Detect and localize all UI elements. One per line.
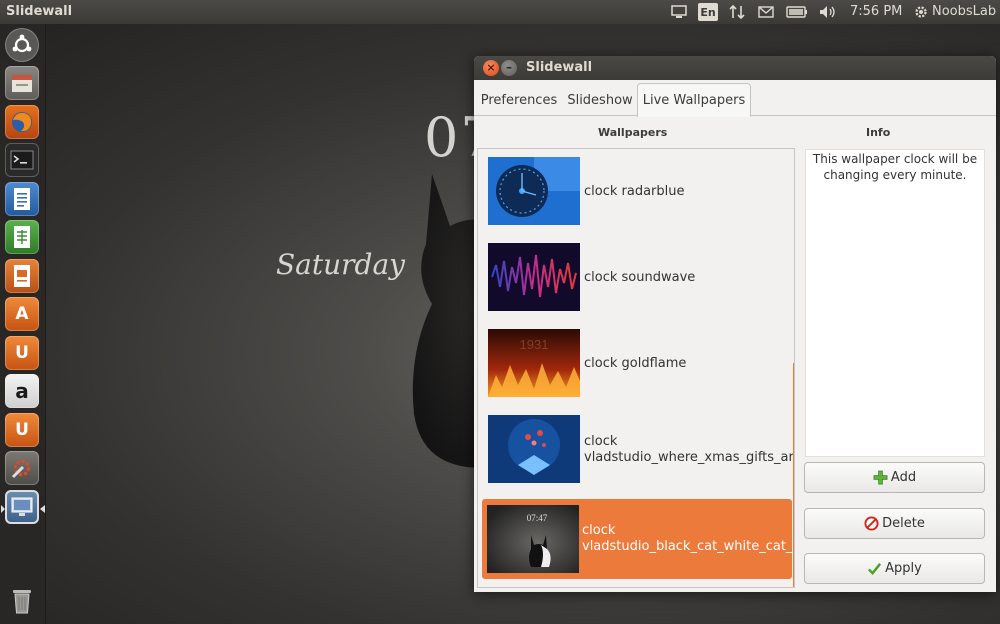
- writer-icon[interactable]: [5, 182, 39, 216]
- wallpaper-thumbnail: 1931: [488, 329, 580, 397]
- tab-live-wallpapers[interactable]: Live Wallpapers: [637, 83, 751, 117]
- wallpaper-thumbnail: [488, 243, 580, 311]
- terminal-icon[interactable]: [5, 143, 39, 177]
- keyboard-icon[interactable]: En: [698, 3, 718, 21]
- wallpaper-name: clock vladstudio_black_cat_white_cat_c: [582, 523, 795, 554]
- list-item-selected[interactable]: 07:47 clock vladstudio_black_cat_white_c…: [482, 499, 795, 579]
- wallpaper-name: clock radarblue: [584, 184, 685, 199]
- list-item[interactable]: clock vladstudio_where_xmas_gifts_are: [478, 407, 794, 493]
- mail-icon[interactable]: [757, 3, 775, 21]
- tab-bar: Preferences Slideshow Live Wallpapers: [474, 80, 996, 117]
- slidewall-window: × – Slidewall Preferences Slideshow Live…: [474, 56, 996, 592]
- add-icon: [873, 470, 888, 485]
- ubuntu-one-music-icon[interactable]: U: [5, 413, 39, 447]
- wallpaper-thumbnail: [488, 415, 580, 483]
- wallpaper-name: clock soundwave: [584, 270, 696, 285]
- wallpaper-list[interactable]: clock radarblue clock soundwave 1931 clo…: [477, 148, 795, 588]
- add-button[interactable]: Add: [804, 462, 985, 493]
- add-button-label: Add: [890, 470, 917, 485]
- wallpaper-thumbnail: 07:47: [487, 505, 579, 573]
- monitor-icon[interactable]: [670, 3, 688, 21]
- software-center-icon[interactable]: A: [5, 297, 39, 331]
- close-button[interactable]: ×: [483, 60, 499, 76]
- amazon-icon[interactable]: a: [5, 374, 39, 408]
- delete-button[interactable]: Delete: [804, 508, 985, 539]
- impress-icon[interactable]: [5, 259, 39, 293]
- thumbnail-clock-text: 07:47: [527, 513, 548, 523]
- system-settings-icon[interactable]: [5, 451, 39, 485]
- list-item[interactable]: clock radarblue: [478, 149, 794, 235]
- apply-button-label: Apply: [885, 561, 922, 576]
- firefox-icon[interactable]: [5, 105, 39, 139]
- wallpaper-name: clock goldflame: [584, 356, 687, 371]
- dash-icon[interactable]: [5, 28, 39, 62]
- tab-preferences[interactable]: Preferences: [476, 83, 562, 116]
- wallpaper-thumbnail: [488, 157, 580, 225]
- slidewall-icon[interactable]: [5, 490, 39, 524]
- info-heading: Info: [866, 126, 891, 139]
- active-app-indicator-icon: [40, 505, 45, 513]
- files-icon[interactable]: [5, 66, 39, 100]
- apply-button[interactable]: Apply: [804, 553, 985, 584]
- window-titlebar[interactable]: × – Slidewall: [474, 56, 996, 80]
- list-item[interactable]: 1931 clock goldflame: [478, 321, 794, 407]
- desktop-day: Saturday: [276, 248, 405, 281]
- delete-button-label: Delete: [882, 516, 925, 531]
- volume-icon[interactable]: [818, 3, 838, 21]
- wallpapers-heading: Wallpapers: [598, 126, 668, 139]
- list-item[interactable]: clock soundwave: [478, 235, 794, 321]
- thumbnail-clock-text: 1931: [520, 337, 549, 352]
- battery-icon[interactable]: [786, 3, 808, 21]
- ubuntu-one-icon[interactable]: U: [5, 336, 39, 370]
- window-title: Slidewall: [526, 60, 593, 75]
- list-scrollbar[interactable]: [793, 363, 794, 587]
- tab-slideshow[interactable]: Slideshow: [564, 83, 636, 116]
- top-panel: Slidewall En 7:56 PM NoobsLab: [0, 0, 1000, 24]
- panel-user-name[interactable]: NoobsLab: [932, 4, 996, 19]
- trash-icon[interactable]: [5, 584, 39, 618]
- calc-icon[interactable]: [5, 220, 39, 254]
- launcher: A U a U: [0, 24, 46, 624]
- gear-icon[interactable]: [912, 3, 930, 21]
- info-text[interactable]: This wallpaper clock will be changing ev…: [805, 149, 985, 457]
- running-app-indicator-icon: [1, 505, 5, 513]
- checkmark-icon: [868, 563, 882, 576]
- delete-icon: [864, 516, 879, 531]
- panel-app-name: Slidewall: [6, 4, 73, 19]
- minimize-button[interactable]: –: [501, 60, 517, 76]
- network-icon[interactable]: [728, 3, 746, 21]
- wallpaper-name: clock vladstudio_where_xmas_gifts_are: [584, 434, 795, 465]
- panel-clock[interactable]: 7:56 PM: [850, 4, 902, 19]
